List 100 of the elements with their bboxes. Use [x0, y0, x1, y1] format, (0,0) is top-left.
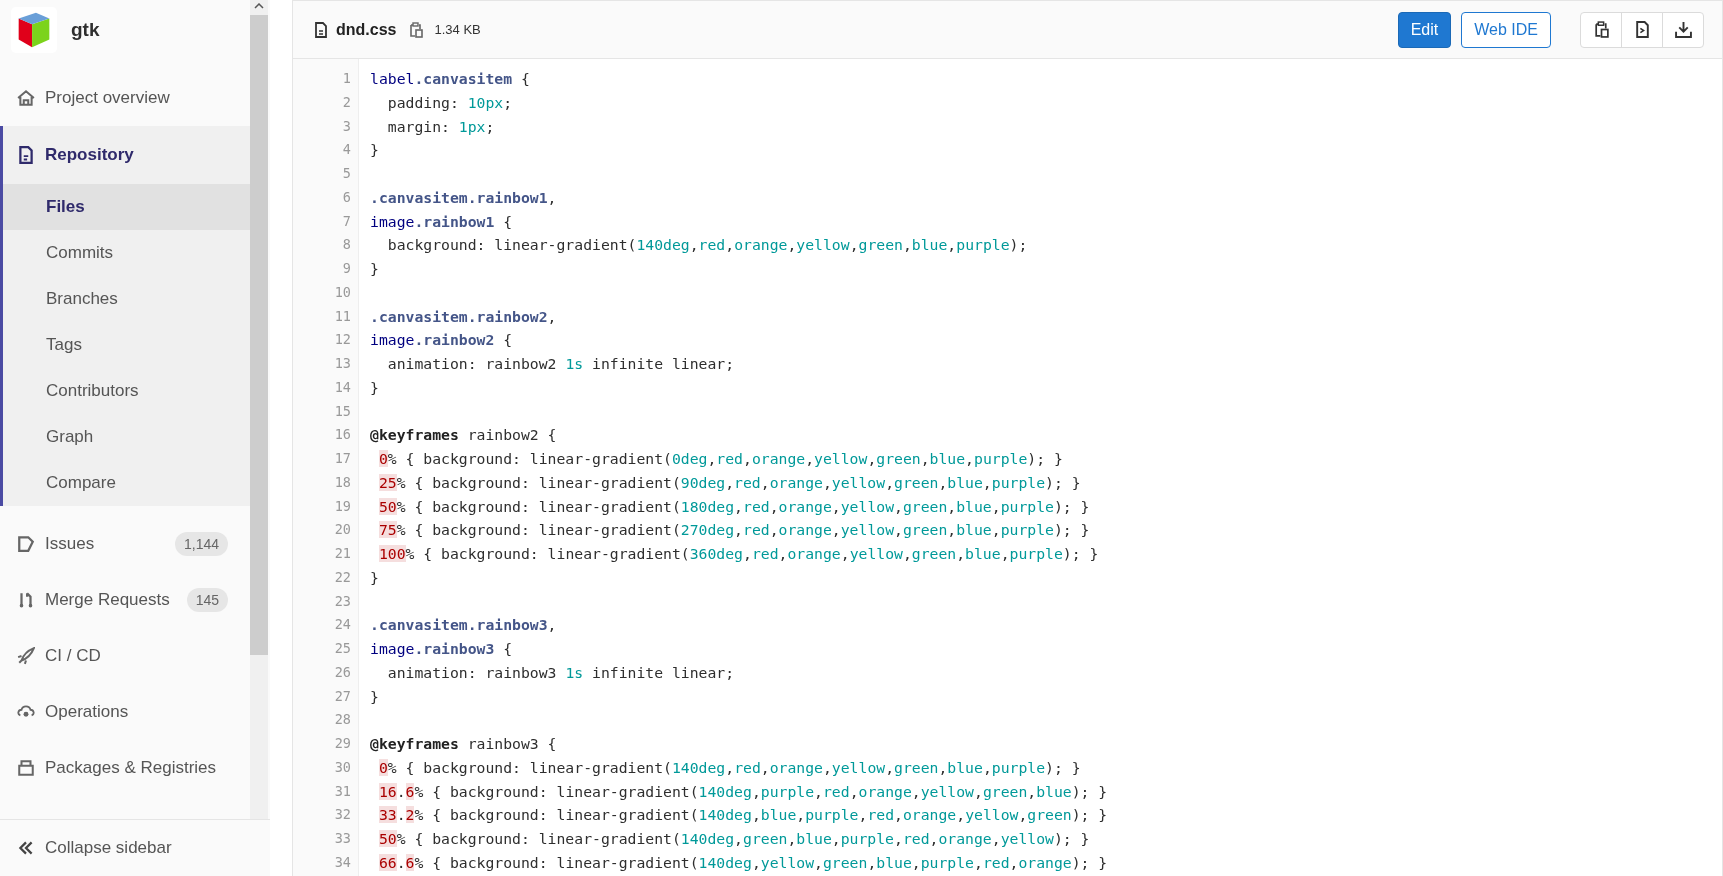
code-line: .canvasitem.rainbow2,: [370, 307, 557, 325]
double-chevron-left-icon: [17, 839, 35, 857]
line-number: 27: [333, 686, 351, 706]
line-number: 12: [333, 330, 351, 350]
edit-button[interactable]: Edit: [1397, 11, 1452, 48]
line-number: 1: [341, 69, 351, 88]
code-line: }: [370, 260, 379, 277]
line-number: 17: [333, 449, 351, 468]
code-line: .canvasitem.rainbow3,: [370, 616, 557, 634]
line-number: 4: [341, 140, 351, 160]
code-line: 75% { background: linear-gradient(270deg,red,orange,yellow,green,blue,purple); }: [378, 521, 1090, 539]
line-number: 2: [341, 92, 351, 112]
clipboard-icon: [1592, 21, 1610, 38]
line-number: 18: [333, 472, 351, 492]
sidebar-item[interactable]: Repository: [3, 126, 250, 184]
code-line: @keyframes rainbow3 {: [370, 735, 557, 752]
count-badge: 145: [186, 588, 228, 612]
line-number: 31: [333, 781, 351, 801]
line-number: 11: [333, 306, 351, 326]
sidebar-subitem[interactable]: Contributors: [3, 368, 250, 414]
sidebar-item[interactable]: CI / CD: [0, 628, 250, 684]
home-icon: [17, 89, 35, 107]
sidebar-item[interactable]: Packages & Registries: [0, 740, 250, 796]
line-number: 5: [341, 164, 351, 183]
web-ide-button[interactable]: Web IDE: [1461, 11, 1551, 48]
line-number: 14: [333, 377, 351, 397]
line-number: 9: [341, 259, 351, 278]
line-number: 3: [341, 116, 351, 136]
line-number: 7: [341, 211, 351, 231]
sidebar-subitem[interactable]: Compare: [3, 460, 250, 506]
line-number: 20: [333, 520, 351, 540]
code-line: .canvasitem.rainbow1,: [370, 188, 557, 206]
code-line: image.rainbow2 {: [370, 331, 513, 349]
clipboard-icon[interactable]: [408, 21, 425, 38]
line-number: 8: [341, 235, 351, 255]
code-line: }: [370, 568, 379, 586]
file-name: dnd.css: [336, 20, 397, 39]
sidebar-subitem[interactable]: Commits: [3, 230, 250, 276]
code-line: 0% { background: linear-gradient(0deg,red,orange,yellow,green,blue,purple); }: [378, 450, 1063, 467]
file-size: 1.34 KB: [434, 22, 481, 37]
code-line: @keyframes rainbow2 {: [370, 426, 557, 444]
line-number: 25: [333, 639, 351, 658]
count-badge: 1,144: [174, 532, 228, 556]
code-line: }: [370, 687, 379, 705]
scrollbar[interactable]: [250, 0, 268, 819]
line-number: 15: [333, 401, 351, 421]
line-number: 16: [333, 425, 351, 445]
sidebar-subitem[interactable]: Branches: [3, 276, 250, 322]
code-line: animation: rainbow3 1s infinite linear;: [386, 663, 735, 681]
code-line: }: [370, 141, 379, 159]
sidebar-subitem[interactable]: Graph: [3, 414, 250, 460]
document-icon: [17, 146, 35, 164]
download-icon: [1674, 21, 1692, 38]
code-line: image.rainbow3 {: [370, 640, 513, 657]
code-line: padding: 10px;: [386, 93, 513, 111]
file-code-icon: [1633, 21, 1651, 38]
sidebar-subitem[interactable]: Files: [3, 184, 250, 230]
merge-request-icon: [17, 591, 35, 609]
package-icon: [17, 759, 35, 777]
line-number: 34: [333, 852, 351, 872]
line-number: 10: [333, 282, 351, 302]
open-raw-button[interactable]: [1621, 11, 1663, 48]
project-name[interactable]: gtk: [71, 19, 100, 41]
line-number: 30: [333, 757, 351, 777]
code-line: label.canvasitem {: [370, 70, 530, 87]
sidebar-item[interactable]: Operations: [0, 684, 250, 740]
sidebar-item[interactable]: Issues 1,144: [0, 516, 250, 572]
line-number: 19: [333, 496, 351, 516]
line-number: 33: [333, 829, 351, 848]
line-number: 32: [333, 805, 351, 825]
code-line: 16.6% { background: linear-gradient(140deg,purple,red,orange,yellow,green,blue); }: [378, 782, 1108, 800]
code-line: 50% { background: linear-gradient(140deg,green,blue,purple,red,orange,yellow); }: [378, 830, 1090, 847]
code-line: background: linear-gradient(140deg,red,orange,yellow,green,blue,purple);: [386, 236, 1028, 254]
line-number: 21: [333, 544, 351, 563]
copy-source-button[interactable]: [1580, 11, 1622, 48]
rocket-icon: [17, 647, 35, 665]
code-line: 100% { background: linear-gradient(360deg,red,orange,yellow,green,blue,purple); }: [378, 545, 1099, 562]
sidebar-subitem[interactable]: Tags: [3, 322, 250, 368]
code-line: margin: 1px;: [386, 117, 495, 135]
sidebar-item[interactable]: Project overview: [0, 70, 250, 126]
code-line: 50% { background: linear-gradient(180deg,red,orange,yellow,green,blue,purple); }: [378, 497, 1090, 515]
line-number: 28: [333, 710, 351, 730]
code-line: }: [370, 378, 379, 396]
code-line: image.rainbow1 {: [370, 212, 513, 230]
download-button[interactable]: [1662, 11, 1704, 48]
file-icon: [313, 21, 329, 38]
issues-icon: [17, 535, 35, 553]
sidebar-item[interactable]: Merge Requests 145: [0, 572, 250, 628]
line-number: 26: [333, 662, 351, 682]
line-number: 29: [333, 734, 351, 753]
line-number: 24: [333, 615, 351, 635]
code-line: 33.2% { background: linear-gradient(140deg,blue,purple,red,orange,yellow,green); }: [378, 806, 1108, 824]
code-line: animation: rainbow2 1s infinite linear;: [386, 355, 735, 372]
line-number: 22: [333, 567, 351, 587]
code-line: 25% { background: linear-gradient(90deg,red,orange,yellow,green,blue,purple); }: [378, 473, 1081, 491]
code-line: 66.6% { background: linear-gradient(140deg,yellow,green,blue,purple,red,orange); }: [378, 853, 1108, 871]
line-number: 6: [341, 187, 351, 207]
line-number: 23: [333, 591, 351, 611]
line-number: 13: [333, 354, 351, 373]
code-line: 0% { background: linear-gradient(140deg,red,orange,yellow,green,blue,purple); }: [378, 758, 1081, 776]
